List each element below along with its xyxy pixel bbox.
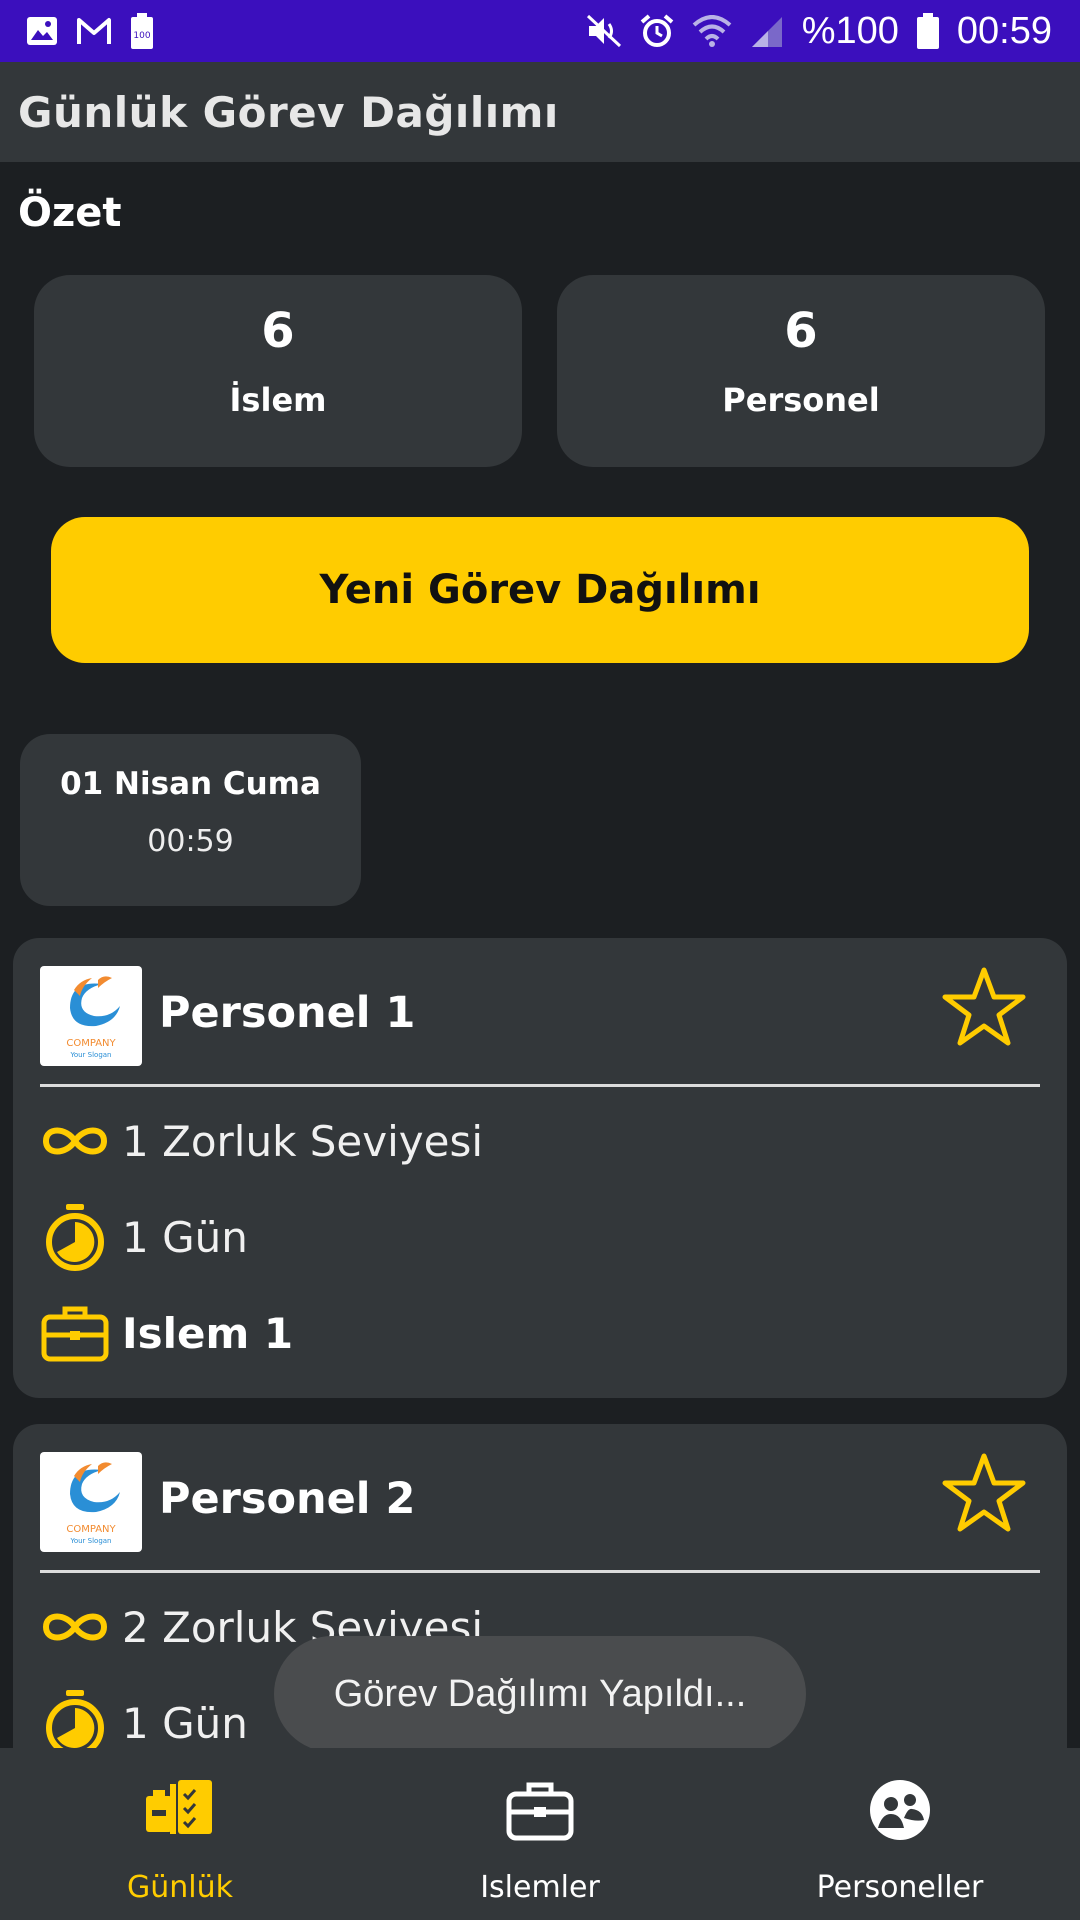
signal-icon (751, 17, 782, 47)
star-icon[interactable] (941, 1450, 1027, 1536)
people-icon (870, 1780, 930, 1840)
wifi-icon (692, 15, 732, 47)
alarm-icon (640, 14, 674, 47)
summary-personel-label: Personel (722, 381, 880, 419)
new-assignment-button[interactable]: Yeni Görev Dağılımı (51, 517, 1029, 663)
staff-name: Personel 1 (159, 988, 416, 1038)
battery-icon (916, 13, 939, 49)
status-time: 00:59 (956, 9, 1052, 52)
task-text: Islem 1 (122, 1308, 294, 1358)
staff-card[interactable]: COMPANY Your Slogan Personel 1 1 Zorluk … (13, 938, 1067, 1398)
duration-text: 1 Gün (122, 1698, 248, 1748)
mute-icon (586, 14, 621, 48)
svg-text:COMPANY: COMPANY (66, 1038, 116, 1049)
summary-title: Özet (18, 190, 122, 236)
main-content[interactable]: Özet 6 İslem 6 Personel Yeni Görev Dağıl… (0, 162, 1080, 1748)
summary-personel-count: 6 (784, 303, 818, 359)
nav-label-islemler: Islemler (480, 1870, 600, 1905)
summary-islem-count: 6 (261, 303, 295, 359)
page-title: Günlük Görev Dağılımı (18, 87, 559, 137)
difficulty-row: 1 Zorluk Seviyesi (40, 1106, 483, 1176)
nav-item-islemler[interactable]: Islemler (360, 1748, 720, 1920)
summary-card-islem: 6 İslem (34, 275, 522, 467)
status-left: 100 (26, 13, 154, 49)
timer-icon (40, 1688, 110, 1748)
summary-islem-label: İslem (229, 381, 327, 419)
svg-text:Your Slogan: Your Slogan (69, 1537, 111, 1545)
infinity-icon (40, 1106, 110, 1176)
status-bar: 100 %100 00:59 (0, 0, 1080, 62)
svg-text:100: 100 (133, 31, 150, 41)
briefcase-icon (40, 1298, 110, 1368)
nav-item-personeller[interactable]: Personeller (720, 1748, 1080, 1920)
company-logo: COMPANY Your Slogan (40, 1452, 142, 1552)
bottom-nav: Günlük Islemler Personeller (0, 1748, 1080, 1920)
divider (40, 1084, 1040, 1087)
company-logo: COMPANY Your Slogan (40, 966, 142, 1066)
svg-text:COMPANY: COMPANY (66, 1524, 116, 1535)
timer-icon (40, 1202, 110, 1272)
difficulty-text: 1 Zorluk Seviyesi (122, 1116, 484, 1166)
infinity-icon (40, 1592, 110, 1662)
battery-percent: %100 (801, 9, 899, 52)
duration-text: 1 Gün (122, 1212, 248, 1262)
svg-text:Your Slogan: Your Slogan (69, 1051, 111, 1059)
date-card: 01 Nisan Cuma 00:59 (20, 734, 361, 906)
time-text: 00:59 (147, 824, 234, 859)
app-bar: Günlük Görev Dağılımı (0, 62, 1080, 162)
duration-row: 1 Gün (40, 1688, 248, 1748)
toast-message: Görev Dağılımı Yapıldı... (274, 1636, 806, 1752)
nav-label-personeller: Personeller (816, 1870, 984, 1905)
summary-card-personel: 6 Personel (557, 275, 1045, 467)
divider (40, 1570, 1040, 1573)
staff-name: Personel 2 (159, 1474, 416, 1524)
battery-saver-icon: 100 (131, 13, 153, 49)
duration-row: 1 Gün (40, 1202, 248, 1272)
star-icon[interactable] (941, 964, 1027, 1050)
daily-tasks-icon (146, 1780, 212, 1834)
gmail-icon (77, 18, 111, 44)
task-row: Islem 1 (40, 1298, 293, 1368)
nav-label-gunluk: Günlük (127, 1870, 233, 1905)
nav-item-gunluk[interactable]: Günlük (0, 1748, 360, 1920)
date-text: 01 Nisan Cuma (60, 766, 321, 802)
gallery-icon (27, 17, 57, 45)
briefcase-icon (506, 1782, 574, 1841)
status-right: %100 00:59 (586, 10, 1052, 53)
